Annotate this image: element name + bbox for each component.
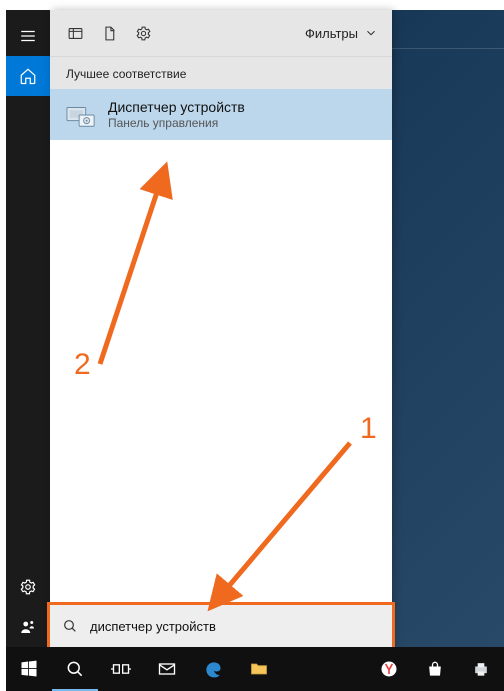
printer-icon	[471, 659, 491, 679]
folder-icon	[249, 659, 269, 679]
menu-button[interactable]	[6, 16, 50, 56]
home-button[interactable]	[6, 56, 50, 96]
gear-icon	[135, 25, 152, 42]
search-icon	[62, 618, 78, 634]
search-field[interactable]	[47, 602, 395, 650]
panel-body	[50, 140, 392, 605]
panel-toolbar: Фильтры	[50, 10, 392, 57]
search-panel: Фильтры Лучшее соответствие Диспетчер ус…	[50, 10, 392, 647]
filters-label: Фильтры	[305, 26, 358, 41]
search-icon	[65, 659, 85, 679]
taskbar-search-button[interactable]	[52, 647, 98, 691]
filters-dropdown[interactable]: Фильтры	[299, 26, 384, 41]
taskbar-edge[interactable]	[190, 647, 236, 691]
windows-icon	[19, 659, 39, 679]
settings-button[interactable]	[6, 567, 50, 607]
documents-filter-button[interactable]	[92, 16, 126, 50]
search-leftbar	[6, 10, 50, 647]
taskbar-ybrowser[interactable]	[366, 647, 412, 691]
home-icon	[19, 67, 37, 85]
taskbar-store[interactable]	[412, 647, 458, 691]
search-result-device-manager[interactable]: Диспетчер устройств Панель управления	[50, 89, 392, 140]
taskbar-explorer[interactable]	[236, 647, 282, 691]
taskview-button[interactable]	[98, 647, 144, 691]
document-icon	[101, 25, 118, 42]
taskview-icon	[111, 659, 131, 679]
feedback-button[interactable]	[6, 607, 50, 647]
settings-filter-button[interactable]	[126, 16, 160, 50]
start-button[interactable]	[6, 647, 52, 691]
hamburger-icon	[19, 27, 37, 45]
gear-icon	[19, 578, 37, 596]
person-icon	[19, 618, 37, 636]
chevron-down-icon	[364, 26, 378, 40]
best-match-label: Лучшее соответствие	[50, 57, 392, 89]
result-subtitle: Панель управления	[108, 116, 245, 130]
edge-icon	[203, 659, 223, 679]
mail-icon	[157, 659, 177, 679]
yandex-icon	[379, 659, 399, 679]
apps-filter-button[interactable]	[58, 16, 92, 50]
device-manager-icon	[66, 101, 96, 129]
result-title: Диспетчер устройств	[108, 99, 245, 115]
taskbar-tray-app[interactable]	[458, 647, 504, 691]
taskbar-mail[interactable]	[144, 647, 190, 691]
crop-bar	[0, 0, 504, 10]
apps-icon	[67, 25, 84, 42]
taskbar	[6, 647, 504, 691]
store-icon	[425, 659, 445, 679]
search-input[interactable]	[88, 618, 380, 635]
